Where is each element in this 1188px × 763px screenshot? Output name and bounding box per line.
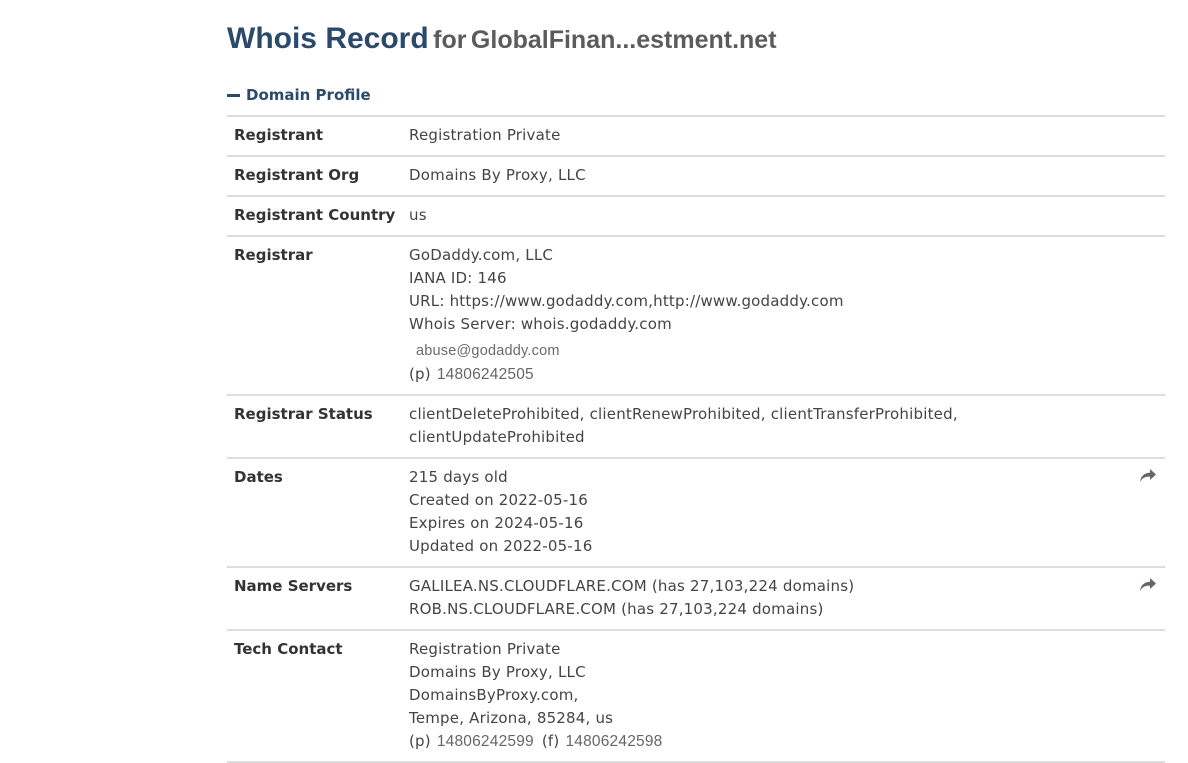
tech-fax-image: 14806242598 bbox=[565, 733, 663, 750]
row-label: Registrant Org bbox=[234, 166, 360, 184]
expires-date: Expires on 2024-05-16 bbox=[409, 514, 584, 532]
page-title: Whois Record for GlobalFinan...estment.n… bbox=[227, 22, 777, 56]
registrar-phone-image: 14806242505 bbox=[436, 366, 534, 383]
registrar-name: GoDaddy.com, LLC bbox=[409, 246, 554, 264]
tech-contact-name: Registration Private bbox=[409, 640, 561, 658]
tech-contact-street: DomainsByProxy.com, bbox=[409, 686, 579, 704]
row-tech-contact: Tech Contact Registration Private Domain… bbox=[227, 631, 1165, 763]
tech-phone-image: 14806242599 bbox=[436, 733, 534, 750]
row-value: Domains By Proxy, LLC bbox=[409, 166, 586, 184]
row-label: Name Servers bbox=[234, 577, 353, 595]
updated-date: Updated on 2022-05-16 bbox=[409, 537, 593, 555]
tech-contact-org: Domains By Proxy, LLC bbox=[409, 663, 586, 681]
row-label: Dates bbox=[234, 468, 283, 486]
row-registrant-country: Registrant Country us bbox=[227, 197, 1165, 237]
page-title-for: for bbox=[433, 26, 467, 54]
name-server: GALILEA.NS.CLOUDFLARE.COM (has 27,103,22… bbox=[409, 577, 855, 595]
row-value: GALILEA.NS.CLOUDFLARE.COM (has 27,103,22… bbox=[409, 575, 854, 621]
share-arrow-icon[interactable] bbox=[1139, 468, 1157, 484]
row-registrar: Registrar GoDaddy.com, LLC IANA ID: 146 … bbox=[227, 237, 1165, 396]
row-registrar-status: Registrar Status clientDeleteProhibited,… bbox=[227, 396, 1165, 459]
page-title-domain: GlobalFinan...estment.net bbox=[470, 26, 777, 54]
row-registrant: Registrant Registration Private bbox=[227, 117, 1165, 157]
registrar-iana-id: IANA ID: 146 bbox=[409, 269, 507, 287]
registrar-url: URL: https://www.godaddy.com,http://www.… bbox=[409, 292, 844, 310]
row-value: Registration Private Domains By Proxy, L… bbox=[409, 638, 670, 753]
registrar-abuse-email-image: abuse@godaddy.com bbox=[416, 343, 560, 359]
row-label: Registrar Status bbox=[234, 405, 373, 423]
tech-contact-phone-line: (p) 14806242599 (f) 14806242598 bbox=[409, 730, 670, 753]
domain-profile-table: Registrant Registration Private Registra… bbox=[227, 115, 1165, 763]
tech-contact-location: Tempe, Arizona, 85284, us bbox=[409, 709, 614, 727]
domain-profile-toggle[interactable]: Domain Profile bbox=[227, 84, 371, 106]
row-label: Registrant Country bbox=[234, 206, 396, 224]
row-value: us bbox=[409, 206, 427, 224]
phone-prefix: (p) bbox=[409, 365, 431, 383]
status-line: clientUpdateProhibited bbox=[409, 428, 585, 446]
domain-profile-label: Domain Profile bbox=[246, 86, 371, 104]
registrar-whois-server: Whois Server: whois.godaddy.com bbox=[409, 315, 672, 333]
row-value: 215 days old Created on 2022-05-16 Expir… bbox=[409, 466, 592, 558]
status-line: clientDeleteProhibited, clientRenewProhi… bbox=[409, 405, 958, 423]
name-server: ROB.NS.CLOUDFLARE.COM (has 27,103,224 do… bbox=[409, 600, 824, 618]
row-label: Tech Contact bbox=[234, 640, 343, 658]
phone-prefix: (p) bbox=[409, 732, 431, 750]
page-title-main: Whois Record bbox=[227, 22, 429, 55]
share-arrow-icon[interactable] bbox=[1139, 577, 1157, 593]
row-label: Registrar bbox=[234, 246, 313, 264]
created-date: Created on 2022-05-16 bbox=[409, 491, 588, 509]
row-value: GoDaddy.com, LLC IANA ID: 146 URL: https… bbox=[409, 244, 844, 386]
registrar-phone-line: (p) 14806242505 bbox=[409, 363, 844, 386]
row-label: Registrant bbox=[234, 126, 324, 144]
minus-icon bbox=[227, 93, 240, 97]
row-registrant-org: Registrant Org Domains By Proxy, LLC bbox=[227, 157, 1165, 197]
row-value: clientDeleteProhibited, clientRenewProhi… bbox=[409, 403, 958, 449]
domain-age: 215 days old bbox=[409, 468, 508, 486]
fax-prefix: (f) bbox=[541, 732, 560, 750]
row-name-servers: Name Servers GALILEA.NS.CLOUDFLARE.COM (… bbox=[227, 568, 1165, 631]
row-dates: Dates 215 days old Created on 2022-05-16… bbox=[227, 459, 1165, 568]
row-value: Registration Private bbox=[409, 126, 561, 144]
